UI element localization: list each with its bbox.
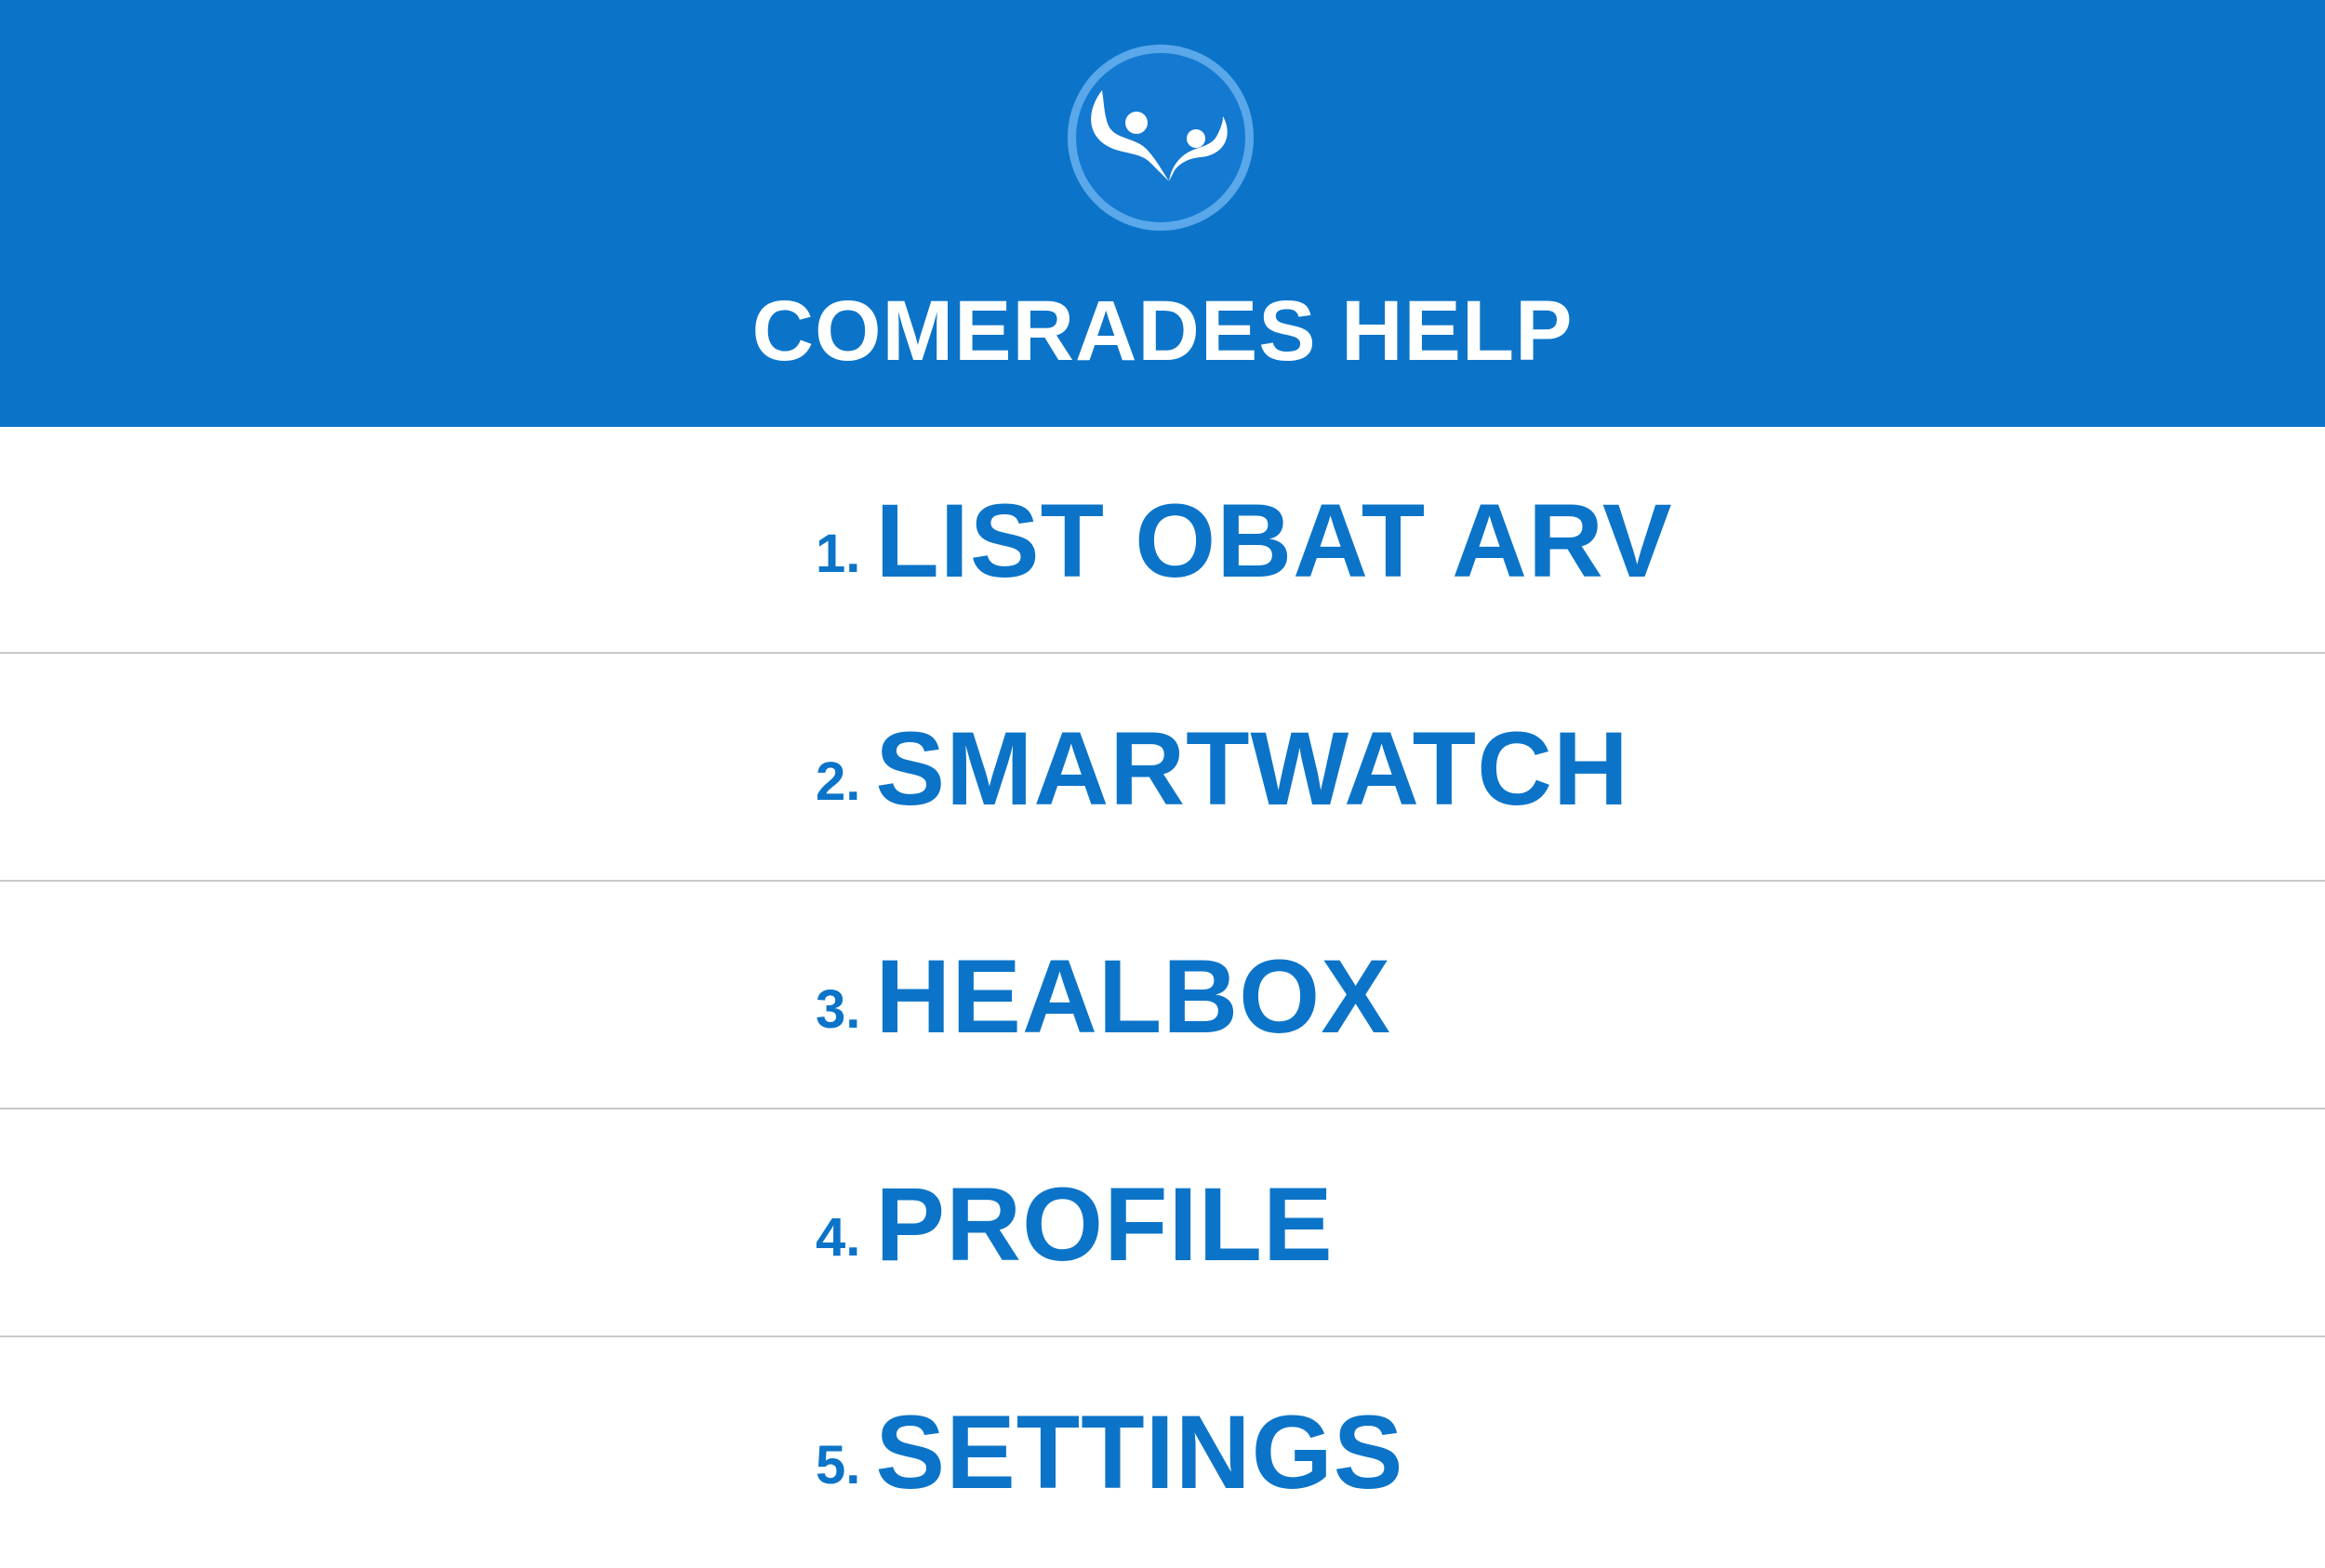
menu-item-smartwatch[interactable]: 2. SMARTWATCH — [0, 655, 2325, 883]
people-heart-logo-icon — [1065, 42, 1256, 233]
menu-item-content: 5. SETTINGS — [816, 1338, 1403, 1566]
divider — [0, 880, 2325, 882]
menu-item-number: 2. — [816, 751, 861, 812]
menu-item-label: PROFILE — [875, 1166, 1334, 1282]
divider — [0, 1108, 2325, 1110]
app-title: COMERADES HELP — [751, 284, 1574, 379]
menu-item-label: LIST OBAT ARV — [875, 483, 1673, 599]
menu-item-number: 3. — [816, 979, 861, 1040]
divider — [0, 1335, 2325, 1337]
menu-item-label: SMARTWATCH — [875, 711, 1629, 827]
menu-item-healbox[interactable]: 3. HEALBOX — [0, 883, 2325, 1110]
main-menu: 1. LIST OBAT ARV 2. SMARTWATCH 3. HEALBO… — [0, 427, 2325, 1568]
menu-item-content: 1. LIST OBAT ARV — [816, 427, 1673, 655]
menu-item-content: 4. PROFILE — [816, 1110, 1334, 1338]
menu-item-content: 3. HEALBOX — [816, 883, 1391, 1110]
menu-item-content: 2. SMARTWATCH — [816, 655, 1629, 883]
divider — [0, 652, 2325, 654]
menu-item-number: 4. — [816, 1207, 861, 1268]
menu-item-label: HEALBOX — [875, 938, 1391, 1055]
menu-item-number: 5. — [816, 1435, 861, 1495]
menu-item-number: 1. — [816, 524, 861, 584]
app-header: COMERADES HELP — [0, 0, 2325, 427]
menu-item-profile[interactable]: 4. PROFILE — [0, 1110, 2325, 1338]
menu-item-list-obat-arv[interactable]: 1. LIST OBAT ARV — [0, 427, 2325, 655]
menu-item-settings[interactable]: 5. SETTINGS — [0, 1338, 2325, 1566]
menu-item-label: SETTINGS — [875, 1394, 1404, 1510]
